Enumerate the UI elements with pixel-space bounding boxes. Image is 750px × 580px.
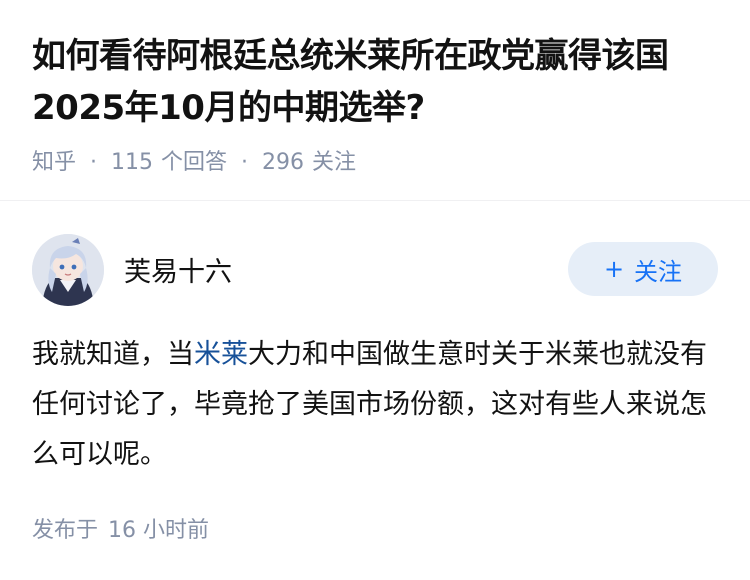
avatar[interactable]: [32, 234, 104, 306]
follow-button-label: 关注: [634, 257, 683, 286]
answer-content[interactable]: 我就知道，当米莱大力和中国做生意时关于米莱也就没有任何讨论了，毕竟抢了美国市场份…: [32, 330, 712, 480]
question-header: 如何看待阿根廷总统米莱所在政党赢得该国2025年10月的中期选举? 知乎 · 115…: [0, 0, 750, 201]
keyword-link[interactable]: 米莱: [194, 339, 248, 370]
plus-icon: +: [603, 255, 625, 283]
followers-count: 296: [262, 150, 305, 175]
author-name[interactable]: 芙易十六: [124, 250, 232, 289]
content-text-before: 我就知道，当: [32, 339, 194, 370]
followers-label[interactable]: 关注: [312, 150, 356, 175]
publish-time: 发布于 16 小时前: [32, 512, 209, 544]
avatar-illustration-icon: [32, 234, 104, 306]
question-title[interactable]: 如何看待阿根廷总统米莱所在政党赢得该国2025年10月的中期选举?: [32, 30, 732, 134]
source-label: 知乎: [32, 150, 77, 175]
question-meta: 知乎 · 115 个回答 · 296 关注: [32, 144, 356, 176]
separator-dot: ·: [90, 150, 98, 175]
follow-button[interactable]: + 关注: [568, 242, 718, 296]
answers-label[interactable]: 个回答: [161, 150, 227, 175]
published-time: 16 小时前: [108, 518, 210, 543]
answers-count: 115: [111, 150, 154, 175]
published-label: 发布于: [32, 518, 99, 543]
separator-dot: ·: [241, 150, 249, 175]
answer-author: 芙易十六 + 关注: [32, 234, 718, 306]
